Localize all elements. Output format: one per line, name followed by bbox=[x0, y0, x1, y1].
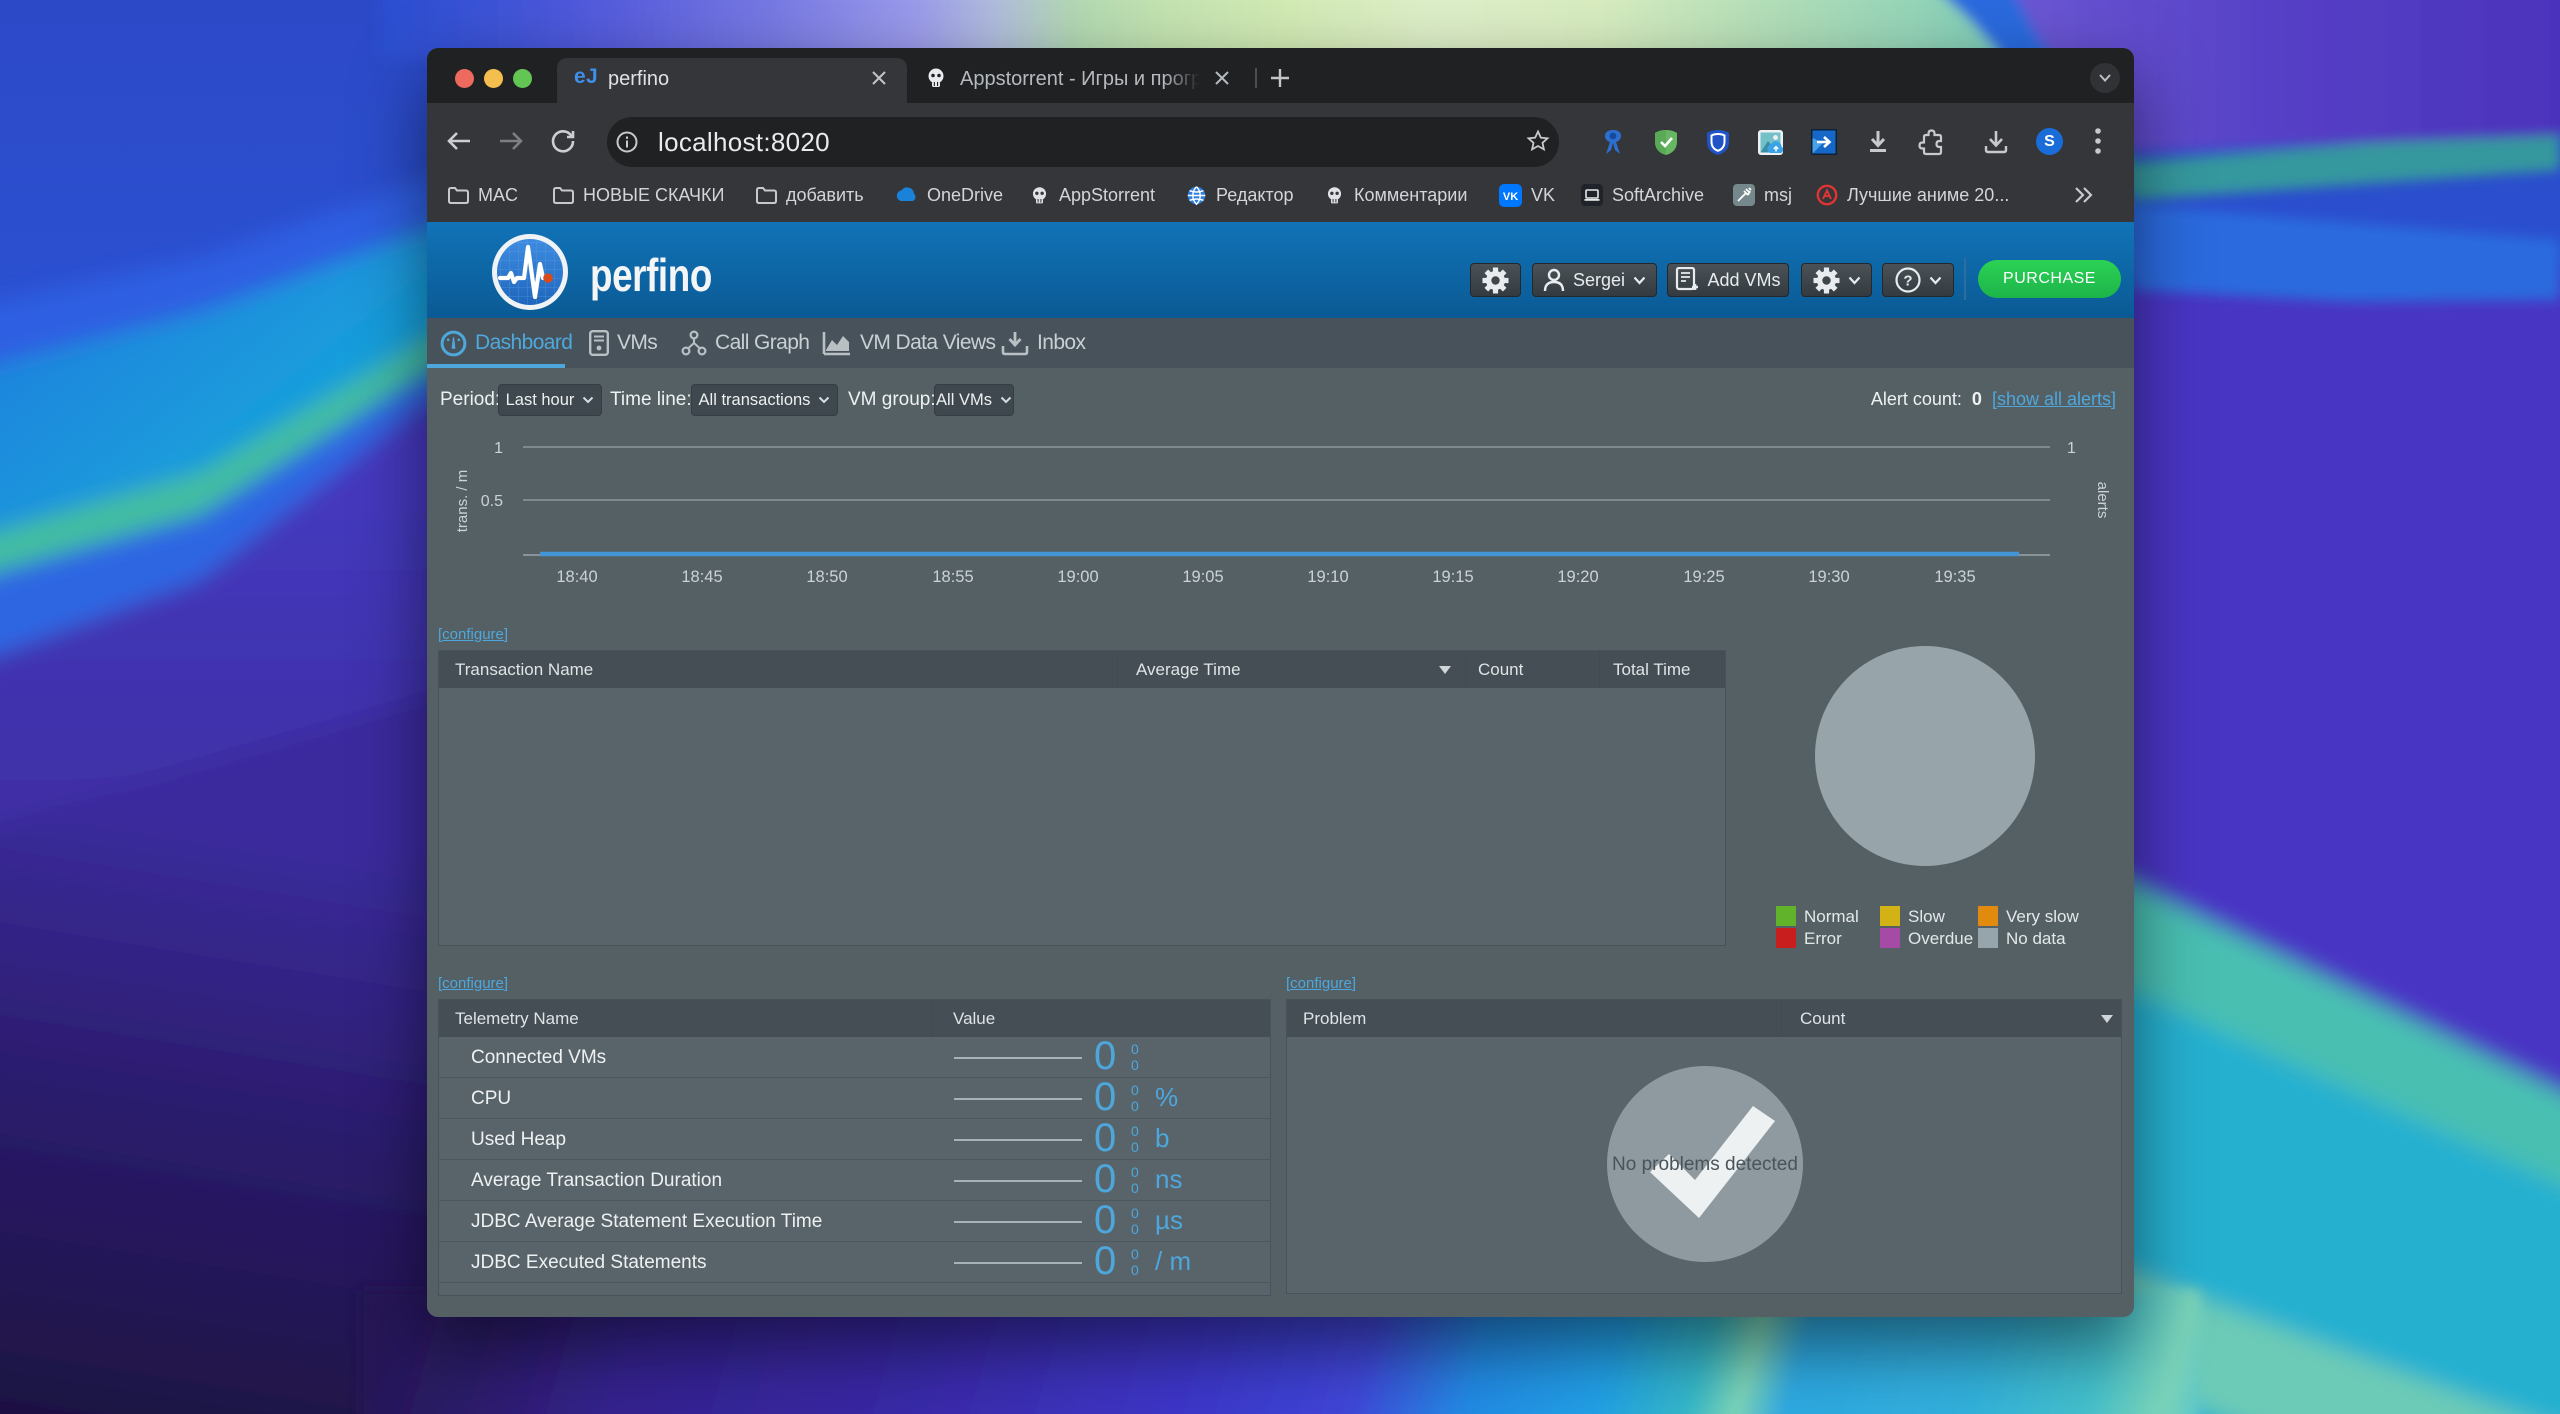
svg-text:0.5: 0.5 bbox=[481, 493, 503, 510]
svg-text:18:40: 18:40 bbox=[556, 568, 597, 586]
svg-text:18:50: 18:50 bbox=[806, 568, 847, 586]
svg-text:trans. / m: trans. / m bbox=[454, 470, 471, 533]
svg-text:e: e bbox=[574, 65, 586, 88]
svg-text:?: ? bbox=[1903, 273, 1912, 290]
svg-text:19:25: 19:25 bbox=[1683, 568, 1724, 586]
svg-text:No problems detected: No problems detected bbox=[1612, 1154, 1798, 1175]
svg-text:alerts: alerts bbox=[2094, 482, 2111, 519]
svg-text:19:30: 19:30 bbox=[1808, 568, 1849, 586]
svg-text:19:15: 19:15 bbox=[1432, 568, 1473, 586]
svg-text:VK: VK bbox=[1503, 191, 1518, 203]
svg-text:19:35: 19:35 bbox=[1934, 568, 1975, 586]
svg-text:19:20: 19:20 bbox=[1557, 568, 1598, 586]
svg-text:1: 1 bbox=[494, 440, 503, 457]
svg-text:19:05: 19:05 bbox=[1182, 568, 1223, 586]
svg-text:18:45: 18:45 bbox=[681, 568, 722, 586]
svg-text:J: J bbox=[586, 65, 598, 88]
svg-text:1: 1 bbox=[2067, 440, 2076, 457]
svg-text:19:00: 19:00 bbox=[1057, 568, 1098, 586]
svg-text:18:55: 18:55 bbox=[932, 568, 973, 586]
svg-text:19:10: 19:10 bbox=[1307, 568, 1348, 586]
